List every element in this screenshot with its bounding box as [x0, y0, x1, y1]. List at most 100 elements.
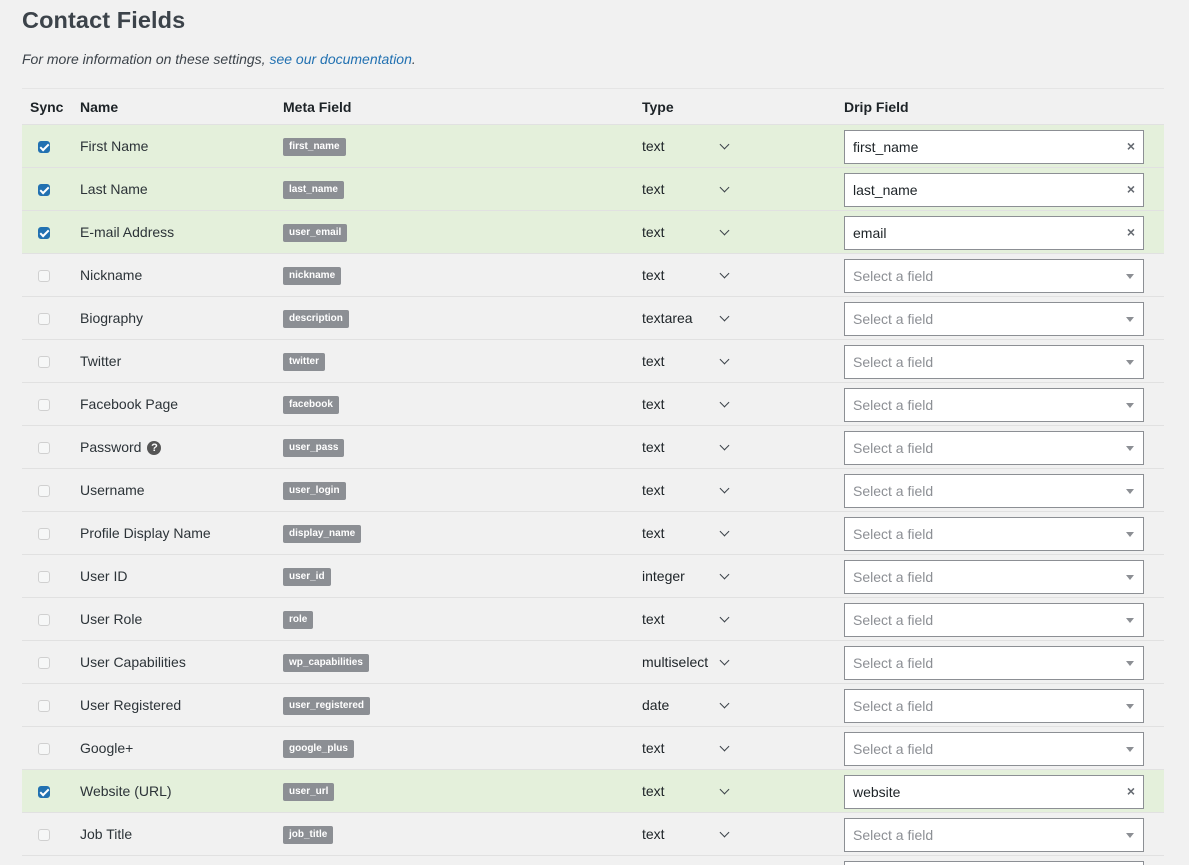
sync-checkbox[interactable]: [38, 657, 50, 669]
drip-field-select[interactable]: Select a field: [844, 302, 1144, 336]
sync-checkbox[interactable]: [38, 141, 50, 153]
drip-field-select[interactable]: Select a field: [844, 560, 1144, 594]
drip-field-placeholder: Select a field: [853, 698, 934, 714]
dropdown-arrow-icon[interactable]: [1126, 833, 1134, 838]
meta-field-badge: nickname: [283, 267, 342, 285]
sync-checkbox[interactable]: [38, 700, 50, 712]
drip-field-select[interactable]: Select a field: [844, 517, 1144, 551]
table-header: Sync Name Meta Field Type Drip Field: [22, 88, 1164, 125]
type-select-value[interactable]: text: [642, 224, 665, 240]
sync-checkbox[interactable]: [38, 356, 50, 368]
drip-field-select[interactable]: Select a field: [844, 259, 1144, 293]
dropdown-arrow-icon[interactable]: [1126, 618, 1134, 623]
drip-field-select[interactable]: first_name ×: [844, 130, 1144, 164]
dropdown-arrow-icon[interactable]: [1126, 446, 1134, 451]
sync-checkbox[interactable]: [38, 528, 50, 540]
chevron-down-icon[interactable]: [719, 483, 730, 494]
sync-checkbox[interactable]: [38, 571, 50, 583]
documentation-link[interactable]: see our documentation: [269, 51, 411, 67]
type-select-value[interactable]: text: [642, 783, 665, 799]
table-row: Username user_login text Select a field: [22, 469, 1164, 512]
chevron-down-icon[interactable]: [719, 741, 730, 752]
table-row: User ID user_id integer Select a field: [22, 555, 1164, 598]
sync-checkbox[interactable]: [38, 614, 50, 626]
chevron-down-icon[interactable]: [719, 655, 730, 666]
type-select-value[interactable]: text: [642, 181, 665, 197]
contact-fields-table: Sync Name Meta Field Type Drip Field Fir…: [22, 88, 1164, 865]
sync-checkbox[interactable]: [38, 399, 50, 411]
sync-checkbox[interactable]: [38, 227, 50, 239]
sync-checkbox[interactable]: [38, 442, 50, 454]
help-icon[interactable]: ?: [147, 441, 162, 455]
drip-field-select[interactable]: Select a field: [844, 689, 1144, 723]
drip-field-select[interactable]: website ×: [844, 775, 1144, 809]
chevron-down-icon[interactable]: [719, 397, 730, 408]
dropdown-arrow-icon[interactable]: [1126, 274, 1134, 279]
chevron-down-icon[interactable]: [719, 354, 730, 365]
type-select-value[interactable]: multiselect: [642, 654, 708, 670]
drip-field-select[interactable]: Select a field: [844, 732, 1144, 766]
sync-checkbox[interactable]: [38, 485, 50, 497]
field-name: Last Name: [80, 181, 148, 197]
type-select-value[interactable]: text: [642, 439, 665, 455]
chevron-down-icon[interactable]: [719, 440, 730, 451]
drip-field-select[interactable]: Select a field: [844, 818, 1144, 852]
type-select-value[interactable]: text: [642, 525, 665, 541]
chevron-down-icon[interactable]: [719, 139, 730, 150]
type-select-value[interactable]: date: [642, 697, 669, 713]
type-select-value[interactable]: text: [642, 740, 665, 756]
drip-field-placeholder: Select a field: [853, 268, 934, 284]
dropdown-arrow-icon[interactable]: [1126, 489, 1134, 494]
drip-field-select[interactable]: Select a field: [844, 345, 1144, 379]
drip-field-select[interactable]: Select a field: [844, 603, 1144, 637]
drip-field-select[interactable]: Select a field: [844, 388, 1144, 422]
chevron-down-icon[interactable]: [719, 311, 730, 322]
drip-field-select[interactable]: Select a field: [844, 474, 1144, 508]
dropdown-arrow-icon[interactable]: [1126, 360, 1134, 365]
sync-checkbox[interactable]: [38, 829, 50, 841]
drip-field-select[interactable]: Select a field: [844, 431, 1144, 465]
clear-icon[interactable]: ×: [1127, 181, 1135, 197]
meta-field-badge: last_name: [283, 181, 344, 199]
type-select-value[interactable]: text: [642, 353, 665, 369]
dropdown-arrow-icon[interactable]: [1126, 317, 1134, 322]
chevron-down-icon[interactable]: [719, 182, 730, 193]
dropdown-arrow-icon[interactable]: [1126, 532, 1134, 537]
drip-field-select[interactable]: email ×: [844, 216, 1144, 250]
type-select-value[interactable]: text: [642, 826, 665, 842]
dropdown-arrow-icon[interactable]: [1126, 403, 1134, 408]
chevron-down-icon[interactable]: [719, 268, 730, 279]
type-select-value[interactable]: text: [642, 396, 665, 412]
sync-checkbox[interactable]: [38, 270, 50, 282]
chevron-down-icon[interactable]: [719, 784, 730, 795]
dropdown-arrow-icon[interactable]: [1126, 704, 1134, 709]
field-name: User Role: [80, 611, 142, 627]
chevron-down-icon[interactable]: [719, 612, 730, 623]
clear-icon[interactable]: ×: [1127, 224, 1135, 240]
chevron-down-icon[interactable]: [719, 569, 730, 580]
chevron-down-icon[interactable]: [719, 225, 730, 236]
drip-field-select[interactable]: last_name ×: [844, 173, 1144, 207]
sync-checkbox[interactable]: [38, 184, 50, 196]
chevron-down-icon[interactable]: [719, 827, 730, 838]
chevron-down-icon[interactable]: [719, 526, 730, 537]
sync-checkbox[interactable]: [38, 313, 50, 325]
dropdown-arrow-icon[interactable]: [1126, 747, 1134, 752]
type-select-value[interactable]: text: [642, 267, 665, 283]
clear-icon[interactable]: ×: [1127, 138, 1135, 154]
field-name: User Capabilities: [80, 654, 186, 670]
type-select-value[interactable]: text: [642, 138, 665, 154]
dropdown-arrow-icon[interactable]: [1126, 575, 1134, 580]
sync-checkbox[interactable]: [38, 786, 50, 798]
type-select-value[interactable]: text: [642, 611, 665, 627]
drip-field-select[interactable]: [844, 861, 1144, 865]
type-select-value[interactable]: textarea: [642, 310, 693, 326]
type-select-value[interactable]: integer: [642, 568, 685, 584]
dropdown-arrow-icon[interactable]: [1126, 661, 1134, 666]
sync-checkbox[interactable]: [38, 743, 50, 755]
clear-icon[interactable]: ×: [1127, 783, 1135, 799]
chevron-down-icon[interactable]: [719, 698, 730, 709]
meta-field-badge: wp_capabilities: [283, 654, 369, 672]
type-select-value[interactable]: text: [642, 482, 665, 498]
drip-field-select[interactable]: Select a field: [844, 646, 1144, 680]
